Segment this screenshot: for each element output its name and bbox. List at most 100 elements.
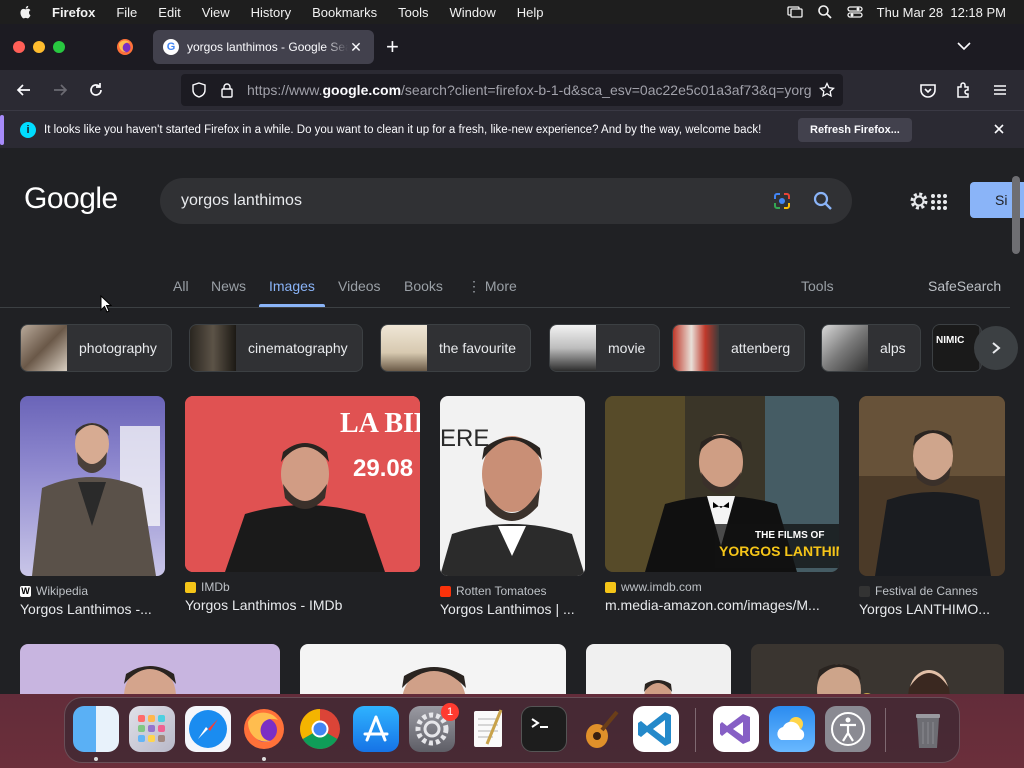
image-result-row2-1[interactable] [20,644,280,694]
refresh-firefox-button[interactable]: Refresh Firefox... [798,118,912,142]
trash-can-icon [916,714,940,748]
tools-button[interactable]: Tools [801,278,834,294]
close-notification-icon[interactable] [991,121,1007,137]
visual-studio-icon[interactable] [713,706,759,752]
wikipedia-favicon-icon: W [20,585,31,597]
screen-mirroring-icon[interactable] [787,4,803,20]
chips-next-button[interactable] [974,326,1018,370]
zoom-window-button[interactable] [53,41,65,53]
close-window-button[interactable] [13,41,25,53]
result-source[interactable]: W Wikipedia [20,584,165,598]
firefox-view-icon[interactable] [116,38,134,56]
tab-books[interactable]: Books [404,278,443,294]
tab-news[interactable]: News [211,278,246,294]
menu-app-name[interactable]: Firefox [52,5,95,20]
chip-alps[interactable]: alps [821,324,921,372]
search-query[interactable]: yorgos lanthimos [181,192,302,210]
safesearch-button[interactable]: SafeSearch [928,278,1001,294]
forward-arrow-icon[interactable] [50,80,70,100]
chrome-icon[interactable] [297,706,343,752]
tab-images[interactable]: Images [269,278,315,294]
image-result-imdb-media[interactable]: THE FILMS OF YORGOS LANTHIM www.imdb.com… [605,396,839,613]
result-photo [859,396,1005,576]
result-thumbnail[interactable]: LA BIENN 29.08 [185,396,420,572]
reload-icon[interactable] [86,80,106,100]
launchpad-icon[interactable] [129,706,175,752]
apple-icon[interactable] [18,4,34,20]
trash-icon[interactable] [905,706,951,752]
tab-more[interactable]: ⋮ More [467,278,517,295]
menu-tools[interactable]: Tools [398,5,428,20]
image-result-cannes[interactable]: Festival de Cannes Yorgos LANTHIMO... [859,396,1005,617]
chip-cinematography[interactable]: cinematography [189,324,363,372]
google-apps-grid-icon[interactable] [930,193,948,211]
menu-view[interactable]: View [202,5,230,20]
menu-window[interactable]: Window [450,5,496,20]
result-thumbnail[interactable]: ERE [440,396,585,576]
close-tab-icon[interactable]: ✕ [348,39,364,56]
extensions-puzzle-icon[interactable] [954,80,974,100]
spotlight-search-icon[interactable] [817,4,833,20]
menu-help[interactable]: Help [517,5,544,20]
terminal-icon[interactable] [521,706,567,752]
weather-icon[interactable] [769,706,815,752]
menu-file[interactable]: File [116,5,137,20]
google-lens-icon[interactable] [772,191,792,211]
back-arrow-icon[interactable] [14,80,34,100]
settings-gear-icon[interactable] [908,190,930,212]
new-tab-button[interactable]: + [386,36,399,58]
vertical-scrollbar[interactable] [1012,176,1020,254]
result-source[interactable]: www.imdb.com [605,580,839,594]
finder-icon[interactable] [73,706,119,752]
image-result-row2-2[interactable] [300,644,566,694]
lock-icon[interactable] [219,82,235,98]
list-all-tabs-chevron-icon[interactable] [956,38,972,54]
image-result-row2-3[interactable] [586,644,731,694]
image-result-wikipedia[interactable]: W Wikipedia Yorgos Lanthimos -... [20,396,165,617]
menu-edit[interactable]: Edit [158,5,180,20]
firefox-dock-icon[interactable] [241,706,287,752]
result-thumbnail[interactable] [859,396,1005,576]
result-title[interactable]: Yorgos LANTHIMO... [859,601,1005,617]
safari-icon[interactable] [185,706,231,752]
google-logo[interactable]: Google [24,182,118,216]
search-box[interactable]: yorgos lanthimos [160,178,852,224]
chip-movie[interactable]: movie [549,324,661,372]
search-icon[interactable] [812,190,834,212]
menu-history[interactable]: History [251,5,291,20]
result-thumbnail[interactable]: THE FILMS OF YORGOS LANTHIM [605,396,839,572]
chip-photography[interactable]: photography [20,324,172,372]
url-text[interactable]: https://www.google.com/search?client=fir… [247,82,812,98]
address-bar[interactable]: https://www.google.com/search?client=fir… [181,74,843,106]
tab-all[interactable]: All [173,278,189,294]
app-store-icon[interactable] [353,706,399,752]
garageband-icon[interactable] [577,706,623,752]
firefox-logo-icon [244,709,284,749]
menu-bookmarks[interactable]: Bookmarks [312,5,377,20]
image-result-imdb[interactable]: LA BIENN 29.08 IMDb Yorgos Lanthimos - I… [185,396,420,613]
menubar-clock[interactable]: Thu Mar 28 12:18 PM [877,5,1006,20]
tab-videos[interactable]: Videos [338,278,381,294]
hamburger-menu-icon[interactable] [990,80,1010,100]
control-center-icon[interactable] [847,4,863,20]
result-source[interactable]: IMDb [185,580,420,594]
pocket-icon[interactable] [918,80,938,100]
image-result-rotten-tomatoes[interactable]: ERE Rotten Tomatoes Yorgos Lanthimos | .… [440,396,585,617]
vscode-icon[interactable] [633,706,679,752]
result-thumbnail[interactable] [20,396,165,576]
result-title[interactable]: Yorgos Lanthimos | ... [440,601,585,617]
result-source[interactable]: Rotten Tomatoes [440,584,585,598]
result-title[interactable]: m.media-amazon.com/images/M... [605,597,839,613]
minimize-window-button[interactable] [33,41,45,53]
result-source[interactable]: Festival de Cannes [859,584,1005,598]
result-title[interactable]: Yorgos Lanthimos - IMDb [185,597,420,613]
tracking-protection-shield-icon[interactable] [191,82,207,98]
chip-the-favourite[interactable]: the favourite [380,324,532,372]
result-title[interactable]: Yorgos Lanthimos -... [20,601,165,617]
chip-attenberg[interactable]: attenberg [672,324,806,372]
accessibility-icon[interactable] [825,706,871,752]
textedit-icon[interactable] [465,706,511,752]
tab-google-search[interactable]: G yorgos lanthimos - Google Search ✕ [153,30,374,64]
bookmark-star-icon[interactable] [819,82,835,98]
image-result-row2-4[interactable] [751,644,1004,694]
